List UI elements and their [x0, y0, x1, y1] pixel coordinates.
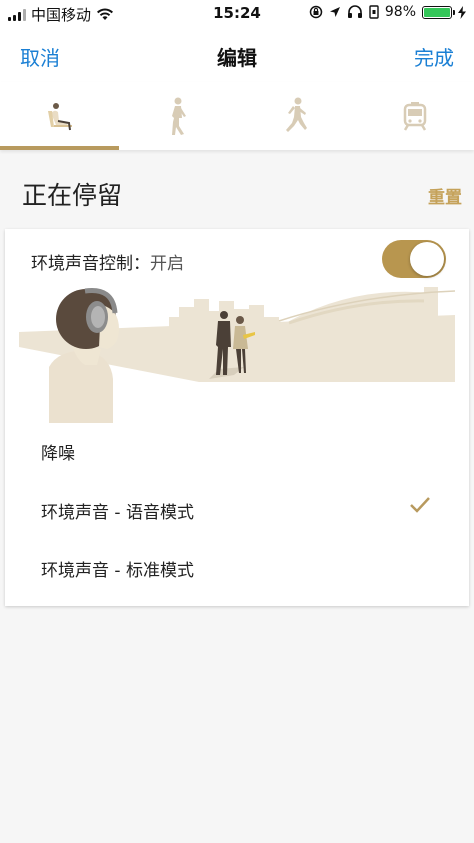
- ambient-sound-toggle[interactable]: [382, 240, 446, 278]
- status-bar: 中国移动 15:24 98%: [0, 0, 474, 26]
- sim-card-icon: [369, 5, 379, 19]
- activity-tabs: [0, 82, 474, 150]
- tab-running[interactable]: [237, 82, 356, 150]
- walking-person-icon: [171, 97, 186, 135]
- done-button[interactable]: 完成: [414, 42, 454, 71]
- tab-transport[interactable]: [356, 82, 474, 150]
- option-ambient-voice[interactable]: 环境声音 - 语音模式: [41, 488, 451, 528]
- running-person-icon: [286, 97, 308, 132]
- section-title: 正在停留: [22, 181, 123, 210]
- option-noise-cancelling[interactable]: 降噪: [41, 429, 451, 469]
- checkmark-icon: [410, 497, 430, 513]
- reset-button[interactable]: 重置: [428, 183, 462, 208]
- headphones-icon: [347, 5, 362, 18]
- page-title: 编辑: [217, 46, 257, 70]
- tab-walking[interactable]: [119, 82, 238, 150]
- option-label: 降噪: [41, 444, 75, 464]
- battery-percent: 98%: [384, 4, 416, 20]
- sitting-person-icon: [48, 103, 73, 131]
- ambient-control-label: 环境声音控制：开启: [31, 249, 184, 274]
- ambient-control-state: 开启: [150, 254, 184, 274]
- train-icon: [403, 102, 426, 131]
- cancel-button[interactable]: 取消: [20, 42, 60, 71]
- ambient-sound-card: 环境声音控制：开启 降噪 环境声音 - 语音模式 环境声音 - 标准模式: [5, 229, 469, 606]
- battery-icon: [422, 5, 455, 19]
- option-label: 环境声音 - 标准模式: [41, 561, 194, 581]
- toggle-knob: [410, 242, 444, 276]
- ambient-control-title: 环境声音控制：: [31, 254, 150, 274]
- ambient-illustration: [19, 287, 455, 423]
- option-label: 环境声音 - 语音模式: [41, 503, 194, 523]
- orientation-lock-icon: [309, 5, 323, 19]
- nav-bar: 取消 编辑 完成: [0, 26, 474, 82]
- status-right: 98%: [309, 4, 466, 20]
- option-ambient-normal[interactable]: 环境声音 - 标准模式: [41, 546, 451, 586]
- charging-icon: [458, 5, 466, 19]
- location-icon: [329, 7, 340, 17]
- tab-staying[interactable]: [0, 82, 119, 150]
